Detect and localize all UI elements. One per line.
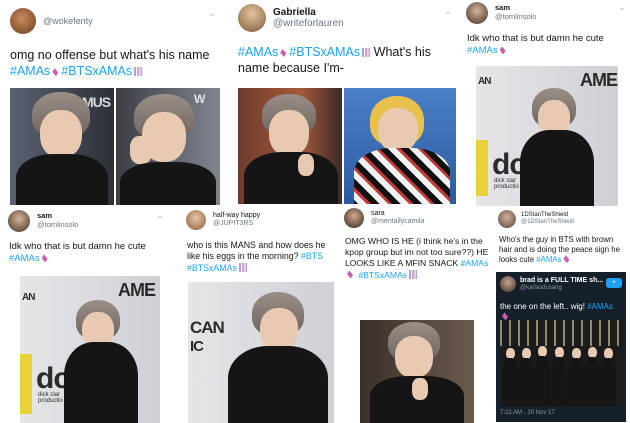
tweet-text: who is this MANS and how does he like hi… [187,240,333,274]
user-handle[interactable]: @writeforlauren [273,18,344,30]
tweet-photo[interactable] [500,320,622,406]
avatar[interactable] [466,2,488,24]
sign-text: AME [580,70,618,90]
display-name[interactable]: brad is a FULL TIME sh... [520,277,603,285]
tweet-photo[interactable]: AME AN dc dick clar productio [20,276,160,423]
hashtag-link[interactable]: #AMAs [9,253,40,264]
tweet-card[interactable]: sam @tomlinsolo ⌄ Idk who that is but da… [0,208,172,423]
follow-button[interactable]: + [606,278,622,288]
hashtag-link[interactable]: #AMAs [461,258,489,268]
hashtag-link[interactable]: #AMAs [10,64,50,78]
hashtag-link[interactable]: #BTSxAMAs [61,64,132,78]
chevron-down-icon[interactable]: ⌄ [208,8,216,19]
hashtag-link[interactable]: #BTSxAMAs [289,45,360,59]
hashtag-link[interactable]: #AMAs [536,255,561,264]
hashtag-link[interactable]: #BTSxAMAs [187,263,237,273]
amas-hashflag-icon [52,68,59,77]
chevron-down-icon[interactable]: ⌄ [618,2,626,13]
bts-hashflag-icon [134,67,143,77]
display-name[interactable]: Gabriella [273,7,344,19]
tweet-photo[interactable] [344,88,456,204]
tweet-text: Idk who that is but damn he cute #AMAs [9,241,169,266]
sign-text: AN [478,76,491,87]
hashtag-link[interactable]: #BTS [301,251,323,261]
timestamp[interactable]: 7:22 AM - 20 Nov 17 [500,410,555,418]
avatar[interactable] [10,8,36,34]
bts-hashflag-icon [238,262,247,272]
sign-text: CAN [190,318,225,337]
tweet-card[interactable]: @wokefenty ⌄ omg no offense but what's h… [0,0,228,206]
tweet-text: OMG WHO IS HE (i think he's in the kpop … [345,236,491,281]
tweet-text: #AMAs #BTSxAMAs What's his name because I… [238,44,454,77]
hashtag-link[interactable]: #BTSxAMAs [358,270,407,280]
tweet-photo[interactable]: CAN IC [188,282,334,423]
amas-hashflag-icon [41,254,48,263]
user-handle[interactable]: @karlasdusang [520,285,603,292]
sign-text: AME [118,280,156,300]
display-name[interactable]: sara [371,210,424,218]
display-name[interactable]: half-way happy [213,212,260,220]
avatar[interactable] [500,276,516,292]
chevron-down-icon[interactable]: ⌄ [156,210,164,221]
amas-hashflag-icon [347,270,353,279]
tweet-text: Idk who that is but damn he cute #AMAs [467,33,627,58]
tweet-photo[interactable]: AME AN dc dick clar productio [476,66,618,206]
amas-hashflag-icon [280,49,287,57]
amas-hashflag-icon [563,255,570,264]
user-handle[interactable]: @1DStanTheShield [521,219,574,226]
sign-text: AN [22,292,35,303]
quoted-tweet[interactable]: brad is a FULL TIME sh... @karlasdusang … [496,272,626,422]
bts-hashflag-icon [409,269,418,279]
tweet-body: omg no offense but what's his name [10,48,210,62]
user-handle[interactable]: @tomlinsolo [495,12,536,22]
user-handle[interactable]: @mentallycamila [371,218,424,226]
amas-hashflag-icon [499,46,506,55]
hashtag-link[interactable]: #AMAs [587,302,613,311]
avatar[interactable] [186,210,206,230]
tweet-card[interactable]: half-way happy @JUPIT3RS who is this MAN… [178,208,338,423]
avatar[interactable] [238,4,266,32]
tweet-body: Idk who that is but damn he cute [467,33,604,44]
tweet-photo[interactable]: MUS [10,88,114,205]
user-handle[interactable]: @tomlinsolo [37,220,78,230]
tweet-card[interactable]: sara @mentallycamila OMG WHO IS HE (i th… [340,208,492,423]
tweet-body: Idk who that is but damn he cute [9,241,146,252]
user-handle[interactable]: @JUPIT3RS [213,220,260,228]
tweet-photo[interactable]: W [116,88,220,205]
avatar[interactable] [498,210,516,228]
bts-hashflag-icon [362,48,371,57]
tweet-card[interactable]: Gabriella @writeforlauren ⌄ #AMAs #BTSxAM… [232,0,460,206]
display-name[interactable]: 1DStanTheShield [521,212,574,219]
tweet-text: omg no offense but what's his name #AMAs… [10,47,220,80]
hashtag-link[interactable]: #AMAs [467,45,498,56]
chevron-down-icon[interactable]: ⌄ [444,6,452,17]
tweet-body: the one on the left.. wig! [500,302,585,311]
follow-icon: + [611,279,617,286]
avatar[interactable] [8,210,30,232]
tweet-photo[interactable] [238,88,342,204]
hashtag-link[interactable]: #AMAs [238,45,278,59]
tweet-card[interactable]: sam @tomlinsolo ⌄ Idk who that is but da… [464,0,630,206]
avatar[interactable] [344,208,364,228]
sign-text: IC [190,338,204,355]
tweet-text: Who's the guy in BTS with brown hair and… [499,235,627,265]
tweet-photo[interactable] [360,320,474,423]
user-handle[interactable]: @wokefenty [43,16,93,26]
tweet-card[interactable]: 1DStanTheShield @1DStanTheShield Who's t… [494,208,630,423]
